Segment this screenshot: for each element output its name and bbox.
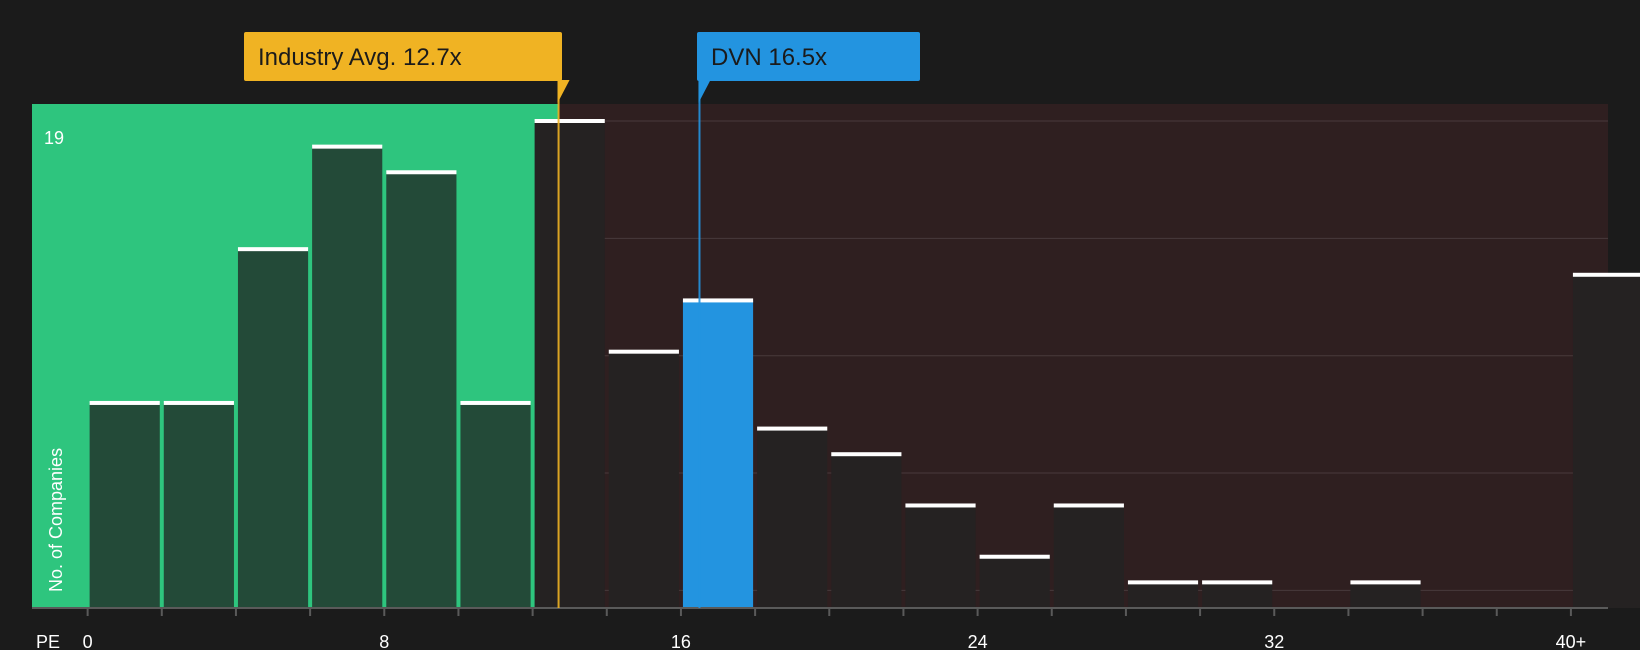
histogram-bar — [312, 146, 383, 608]
bar-cap — [1127, 580, 1199, 585]
bar-cap — [1350, 580, 1421, 585]
x-tick-label: 8 — [379, 632, 389, 650]
histogram-bar — [979, 556, 1050, 608]
histogram-bar — [1572, 274, 1640, 608]
bar-cap — [757, 426, 828, 431]
company-pe-callout-label: DVN 16.5x — [711, 44, 827, 71]
x-tick-label: 32 — [1264, 632, 1284, 650]
bar-cap — [534, 119, 605, 123]
x-tick-label: 0 — [83, 632, 93, 650]
histogram-bar — [905, 505, 976, 608]
bar-cap — [1572, 272, 1640, 277]
histogram-bar — [1053, 505, 1124, 608]
histogram-bar — [460, 402, 531, 608]
pe-distribution-chart: 0 8 16 24 32 40+ 19 No. of Companies PE Indus… — [0, 0, 1640, 650]
histogram-bar — [608, 351, 679, 608]
bar-cap — [237, 247, 309, 252]
histogram-bar — [386, 172, 457, 608]
bar-cap — [1202, 580, 1273, 585]
histogram-bar — [1202, 582, 1273, 608]
histogram-bar — [757, 428, 828, 608]
histogram-bar — [1127, 582, 1199, 608]
bar-cap — [460, 400, 531, 405]
bar-cap — [386, 170, 457, 175]
y-axis-title: No. of Companies — [46, 448, 66, 592]
histogram-bar — [237, 249, 309, 608]
bar-cap — [608, 349, 679, 354]
bar-cap — [89, 400, 160, 405]
bar-cap — [905, 503, 976, 508]
histogram-bar — [89, 402, 160, 608]
bar-cap — [831, 452, 902, 457]
company-bar — [682, 300, 754, 608]
bar-cap — [979, 554, 1050, 559]
bar-cap — [312, 144, 383, 149]
x-tick-label: 16 — [671, 632, 691, 650]
x-tick-label: 40+ — [1556, 632, 1587, 650]
histogram-bar — [831, 454, 902, 608]
industry-average-callout-label: Industry Avg. 12.7x — [258, 44, 462, 71]
y-max-label: 19 — [44, 128, 64, 148]
bar-cap — [1053, 503, 1124, 508]
bar-cap — [682, 298, 754, 303]
x-tick-label: 24 — [968, 632, 988, 650]
x-axis-title: PE — [36, 632, 60, 650]
bar-cap — [163, 400, 234, 405]
histogram-bar — [163, 402, 234, 608]
histogram-bar — [534, 121, 605, 608]
histogram-bar — [1350, 582, 1421, 608]
